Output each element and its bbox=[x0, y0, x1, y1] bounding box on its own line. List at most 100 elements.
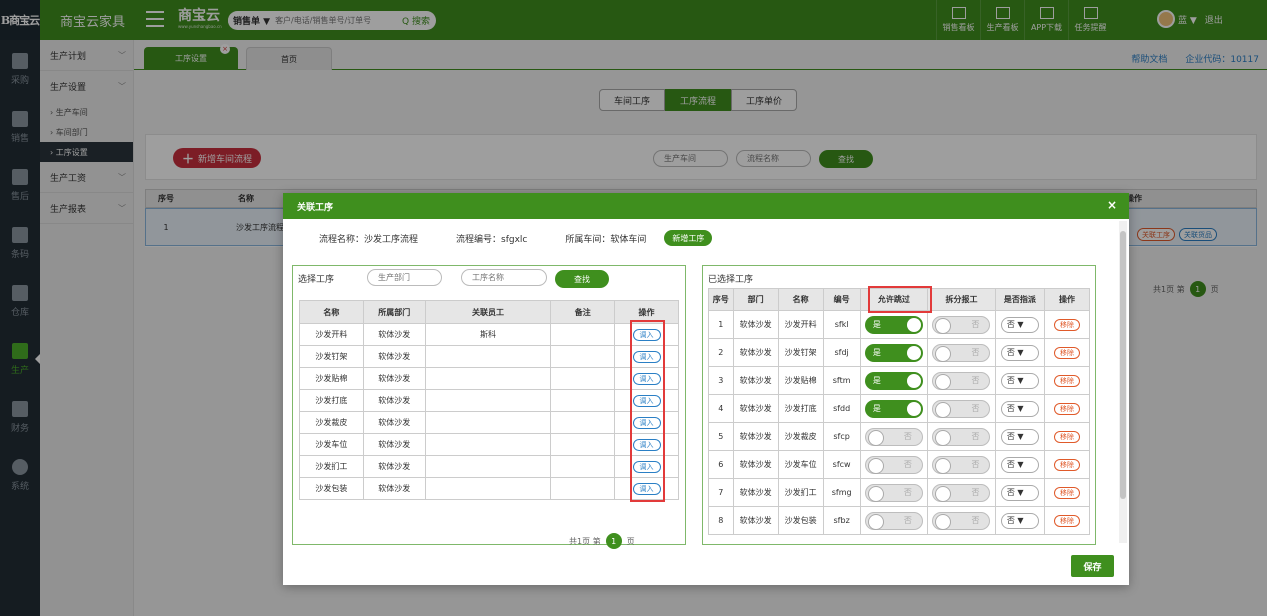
split-report-toggle[interactable]: 否 bbox=[932, 399, 991, 418]
cell-allow-skip: 否 bbox=[859, 478, 929, 507]
remove-button[interactable]: 移除 bbox=[1053, 318, 1080, 331]
cell-op: 移除 bbox=[1043, 366, 1091, 395]
cell-name: 沙发开料 bbox=[777, 310, 824, 339]
split-report-toggle[interactable]: 否 bbox=[932, 315, 991, 334]
split-report-toggle[interactable]: 否 bbox=[932, 371, 991, 390]
remove-button[interactable]: 移除 bbox=[1053, 374, 1080, 387]
cell-name: 沙发开料 bbox=[299, 323, 364, 346]
cell-code: sfcw bbox=[822, 450, 861, 479]
allow-skip-toggle[interactable]: 是 bbox=[864, 315, 923, 334]
cell-code: sfcp bbox=[822, 422, 861, 451]
remove-button[interactable]: 移除 bbox=[1053, 346, 1080, 359]
cell-dept: 软体沙发 bbox=[362, 323, 426, 346]
cell-dept: 软体沙发 bbox=[362, 345, 426, 368]
allow-skip-toggle[interactable]: 否 bbox=[864, 427, 923, 446]
cell-assign: 否 ▼ bbox=[994, 338, 1045, 367]
cell-no: 1 bbox=[708, 310, 734, 339]
cell-split-report: 否 bbox=[927, 478, 996, 507]
cell-dept: 软体沙发 bbox=[362, 433, 426, 456]
cell-op: 移除 bbox=[1043, 310, 1091, 339]
assign-select[interactable]: 否 ▼ bbox=[1000, 344, 1039, 361]
cell-note bbox=[550, 477, 616, 500]
remove-button[interactable]: 移除 bbox=[1053, 486, 1080, 499]
flow-info: 流程名称：沙发工序流程 流程编号：sfgxlc 所属车间：软体车间 新增工序 bbox=[319, 230, 713, 246]
cell-note bbox=[550, 389, 616, 412]
cell-split-report: 否 bbox=[927, 338, 996, 367]
table-row: 2 软体沙发 沙发钉架 sfdj 是否否 ▼ 移除 bbox=[708, 338, 1091, 367]
col-note: 备注 bbox=[550, 300, 616, 324]
cell-allow-skip: 是 bbox=[859, 338, 929, 367]
cell-name: 沙发车位 bbox=[777, 450, 824, 479]
cell-assign: 否 ▼ bbox=[994, 478, 1045, 507]
select-process-panel: 选择工序 查找 名称 所属部门 关联员工 备注 操作 沙发开料软体沙发斯科调入沙… bbox=[292, 265, 686, 549]
table-row: 沙发包装 软体沙发 调入 bbox=[299, 477, 679, 500]
cell-assign: 否 ▼ bbox=[994, 422, 1045, 451]
dept-filter-input[interactable] bbox=[367, 269, 442, 286]
split-report-toggle[interactable]: 否 bbox=[932, 483, 991, 502]
split-report-toggle[interactable]: 否 bbox=[932, 455, 991, 474]
cell-name: 沙发贴棉 bbox=[299, 367, 364, 390]
process-name-input[interactable] bbox=[461, 269, 547, 286]
allow-skip-toggle[interactable]: 是 bbox=[864, 343, 923, 362]
assign-select[interactable]: 否 ▼ bbox=[1000, 428, 1039, 445]
cell-name: 沙发钉架 bbox=[777, 338, 824, 367]
table-row: 6 软体沙发 沙发车位 sfcw 否否否 ▼ 移除 bbox=[708, 450, 1091, 479]
assign-select[interactable]: 否 ▼ bbox=[1000, 316, 1039, 333]
modal-title: 关联工序 bbox=[297, 202, 334, 213]
cell-assign: 否 ▼ bbox=[994, 506, 1045, 535]
cell-allow-skip: 是 bbox=[859, 366, 929, 395]
remove-button[interactable]: 移除 bbox=[1053, 402, 1080, 415]
col-name: 名称 bbox=[777, 288, 824, 311]
cell-no: 7 bbox=[708, 478, 734, 507]
cell-note bbox=[550, 455, 616, 478]
cell-dept: 软体沙发 bbox=[362, 367, 426, 390]
cell-no: 4 bbox=[708, 394, 734, 423]
allow-skip-toggle[interactable]: 是 bbox=[864, 399, 923, 418]
assign-select[interactable]: 否 ▼ bbox=[1000, 400, 1039, 417]
panel-title: 选择工序 bbox=[298, 275, 335, 285]
allow-skip-toggle[interactable]: 否 bbox=[864, 483, 923, 502]
modal-header: 关联工序 × bbox=[283, 193, 1129, 219]
left-search-button[interactable]: 查找 bbox=[555, 270, 609, 288]
cell-no: 8 bbox=[708, 506, 734, 535]
cell-staff bbox=[424, 477, 552, 500]
cell-code: sfbz bbox=[822, 506, 861, 535]
new-process-button[interactable]: 新增工序 bbox=[664, 230, 713, 246]
cell-code: sfdd bbox=[822, 394, 861, 423]
table-row: 沙发贴棉 软体沙发 调入 bbox=[299, 367, 679, 390]
link-process-modal: 关联工序 × 流程名称：沙发工序流程 流程编号：sfgxlc 所属车间：软体车间… bbox=[283, 193, 1129, 585]
remove-button[interactable]: 移除 bbox=[1053, 430, 1080, 443]
remove-button[interactable]: 移除 bbox=[1053, 458, 1080, 471]
cell-name: 沙发打底 bbox=[777, 394, 824, 423]
allow-skip-toggle[interactable]: 否 bbox=[864, 455, 923, 474]
cell-split-report: 否 bbox=[927, 366, 996, 395]
table-row: 5 软体沙发 沙发裁皮 sfcp 否否否 ▼ 移除 bbox=[708, 422, 1091, 451]
cell-dept: 软体沙发 bbox=[732, 394, 779, 423]
pager-page[interactable]: 1 bbox=[605, 533, 622, 549]
assign-select[interactable]: 否 ▼ bbox=[1000, 372, 1039, 389]
close-icon[interactable]: × bbox=[1107, 198, 1117, 212]
assign-select[interactable]: 否 ▼ bbox=[1000, 484, 1039, 501]
split-report-toggle[interactable]: 否 bbox=[932, 427, 991, 446]
cell-name: 沙发包装 bbox=[299, 477, 364, 500]
save-button[interactable]: 保存 bbox=[1071, 555, 1114, 577]
table-row: 沙发打底 软体沙发 调入 bbox=[299, 389, 679, 412]
cell-code: sfdj bbox=[822, 338, 861, 367]
allow-skip-toggle[interactable]: 否 bbox=[864, 511, 923, 530]
split-report-toggle[interactable]: 否 bbox=[932, 511, 991, 530]
cell-allow-skip: 否 bbox=[859, 506, 929, 535]
cell-name: 沙发打底 bbox=[299, 389, 364, 412]
table-row: 3 软体沙发 沙发贴棉 sftm 是否否 ▼ 移除 bbox=[708, 366, 1091, 395]
cell-dept: 软体沙发 bbox=[362, 477, 426, 500]
table-row: 沙发开料 软体沙发 斯科 调入 bbox=[299, 323, 679, 346]
modal-scrollbar[interactable] bbox=[1119, 221, 1127, 543]
assign-select[interactable]: 否 ▼ bbox=[1000, 512, 1039, 529]
allow-skip-toggle[interactable]: 是 bbox=[864, 371, 923, 390]
scroll-thumb[interactable] bbox=[1120, 231, 1126, 499]
remove-button[interactable]: 移除 bbox=[1053, 514, 1080, 527]
cell-name: 沙发贴棉 bbox=[777, 366, 824, 395]
split-report-toggle[interactable]: 否 bbox=[932, 343, 991, 362]
cell-note bbox=[550, 323, 616, 346]
cell-dept: 软体沙发 bbox=[732, 338, 779, 367]
assign-select[interactable]: 否 ▼ bbox=[1000, 456, 1039, 473]
